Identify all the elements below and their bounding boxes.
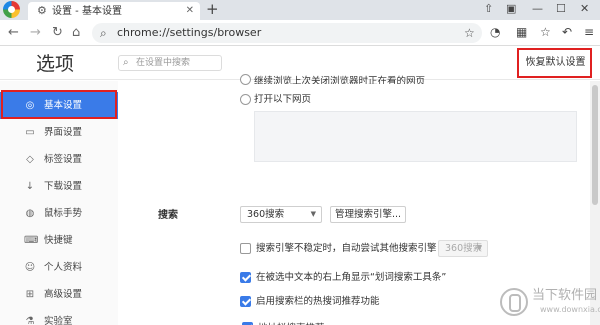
watermark: 当下软件园 www.downxia.com — [500, 286, 600, 320]
sidebar-item-label: 高级设置 — [44, 289, 83, 300]
fallback-engine-select[interactable]: 360搜索 ▼ — [438, 240, 488, 257]
sidebar-item-shortcuts[interactable]: ⌨ 快捷键 — [0, 227, 118, 254]
maximize-icon[interactable]: ☐ — [556, 1, 566, 17]
fallback-engine-label: 搜索引擎不稳定时，自动尝试其他搜索引擎： — [256, 243, 447, 254]
search-engine-select[interactable]: 360搜索 ▼ — [240, 206, 322, 223]
tab-strip: ⚙ 设置 - 基本设置 ✕ + ⇧ ▣ — ☐ ✕ — [0, 0, 600, 20]
gear-icon: ⚙ — [37, 4, 47, 17]
address-text[interactable]: chrome://settings/browser — [117, 26, 261, 40]
search-icon: ⌕ — [123, 57, 129, 68]
settings-search-input[interactable]: ⌕ 在设置中搜索 — [118, 55, 222, 71]
advanced-icon: ⊞ — [25, 289, 35, 300]
sidebar-item-label: 快捷键 — [44, 235, 73, 246]
scrollbar-thumb[interactable] — [592, 85, 598, 205]
sidebar-item-label: 下载设置 — [44, 181, 83, 192]
search-icon: ⌕ — [100, 26, 107, 40]
address-bar[interactable]: ⌕ chrome://settings/browser ☆ — [92, 23, 482, 43]
forward-icon[interactable]: → — [30, 24, 41, 41]
sidebar-item-profile[interactable]: ☺ 个人资料 — [0, 254, 118, 281]
star-icon[interactable]: ☆ — [464, 25, 475, 41]
sidebar-item-lab[interactable]: ⚗ 实验室 — [0, 308, 118, 325]
keyboard-icon: ⌨ — [24, 235, 39, 246]
minimize-icon[interactable]: — — [532, 1, 543, 17]
sidebar-item-label: 鼠标手势 — [44, 208, 83, 219]
user-icon: ☺ — [24, 262, 36, 273]
tag-icon: ◇ — [26, 154, 34, 165]
startup-pages-box[interactable] — [254, 111, 577, 162]
selection-toolbar-checkbox[interactable] — [240, 272, 251, 283]
search-placeholder: 在设置中搜索 — [136, 58, 191, 68]
sidebar-item-label: 实验室 — [44, 316, 73, 325]
undo-icon[interactable]: ↶ — [562, 24, 572, 41]
sidebar-item-advanced[interactable]: ⊞ 高级设置 — [0, 281, 118, 308]
search-section-title: 搜索 — [158, 210, 178, 221]
active-item-highlight — [1, 90, 117, 119]
page-title: 选项 — [36, 53, 75, 75]
window-icon: ▭ — [25, 127, 35, 138]
search-engine-value: 360搜索 — [247, 209, 285, 220]
close-window-icon[interactable]: ✕ — [580, 1, 589, 17]
watermark-name: 当下软件园 — [532, 288, 598, 303]
mouse-icon: ◍ — [25, 208, 35, 219]
tab-title: 设置 - 基本设置 — [52, 6, 122, 17]
sidebar-item-label: 个人资料 — [44, 262, 83, 273]
hot-words-checkbox[interactable] — [240, 296, 251, 307]
fallback-engine-checkbox[interactable] — [240, 243, 251, 254]
sidebar-item-gestures[interactable]: ◍ 鼠标手势 — [0, 200, 118, 227]
sidebar-item-download[interactable]: ↓ 下载设置 — [0, 173, 118, 200]
startup-open-pages-label: 打开以下网页 — [254, 94, 312, 105]
browser-logo-icon[interactable] — [3, 1, 20, 18]
back-icon[interactable]: ← — [8, 24, 19, 41]
hot-words-label: 启用搜索栏的热搜词推荐功能 — [256, 296, 380, 307]
sidebar-item-interface[interactable]: ▭ 界面设置 — [0, 119, 118, 146]
startup-open-pages-radio[interactable] — [240, 94, 251, 105]
new-tab-icon[interactable]: + — [206, 1, 219, 18]
watermark-logo-icon — [500, 288, 528, 316]
startup-continue-label: 继续浏览上次关闭浏览器时正在看的网页 — [254, 76, 426, 84]
restore-defaults-button[interactable]: 恢复默认设置 — [525, 56, 586, 70]
tab-settings[interactable]: ⚙ 设置 - 基本设置 ✕ — [28, 2, 200, 20]
apps-icon[interactable]: ▦ — [516, 24, 527, 41]
startup-continue-radio[interactable] — [240, 74, 251, 85]
flask-icon: ⚗ — [25, 316, 35, 325]
chevron-down-icon: ▼ — [476, 244, 482, 252]
chevron-down-icon: ▼ — [310, 210, 316, 218]
favorites-icon[interactable]: ☆ — [540, 24, 551, 41]
refresh-icon[interactable]: ↻ — [52, 24, 63, 41]
watermark-domain: www.downxia.com — [540, 305, 600, 314]
home-icon[interactable]: ⌂ — [72, 24, 80, 41]
restore-highlight: 恢复默认设置 — [517, 48, 592, 78]
close-tab-icon[interactable]: ✕ — [186, 4, 194, 18]
menu-icon[interactable]: ≡ — [584, 24, 594, 41]
sidebar-item-tabs[interactable]: ◇ 标签设置 — [0, 146, 118, 173]
sidebar-item-label: 界面设置 — [44, 127, 83, 138]
manage-engines-button[interactable]: 管理搜索引擎... — [330, 206, 406, 223]
account-icon[interactable]: ◔ — [490, 24, 500, 41]
skin-icon[interactable]: ▣ — [506, 1, 516, 17]
selection-toolbar-label: 在被选中文本的右上角显示“划词搜索工具条” — [256, 272, 447, 283]
sidebar-item-label: 标签设置 — [44, 154, 83, 165]
download-icon: ↓ — [25, 181, 35, 192]
upload-icon[interactable]: ⇧ — [484, 1, 493, 17]
toolbar: ← → ↻ ⌂ ⌕ chrome://settings/browser ☆ ◔ … — [0, 20, 600, 46]
